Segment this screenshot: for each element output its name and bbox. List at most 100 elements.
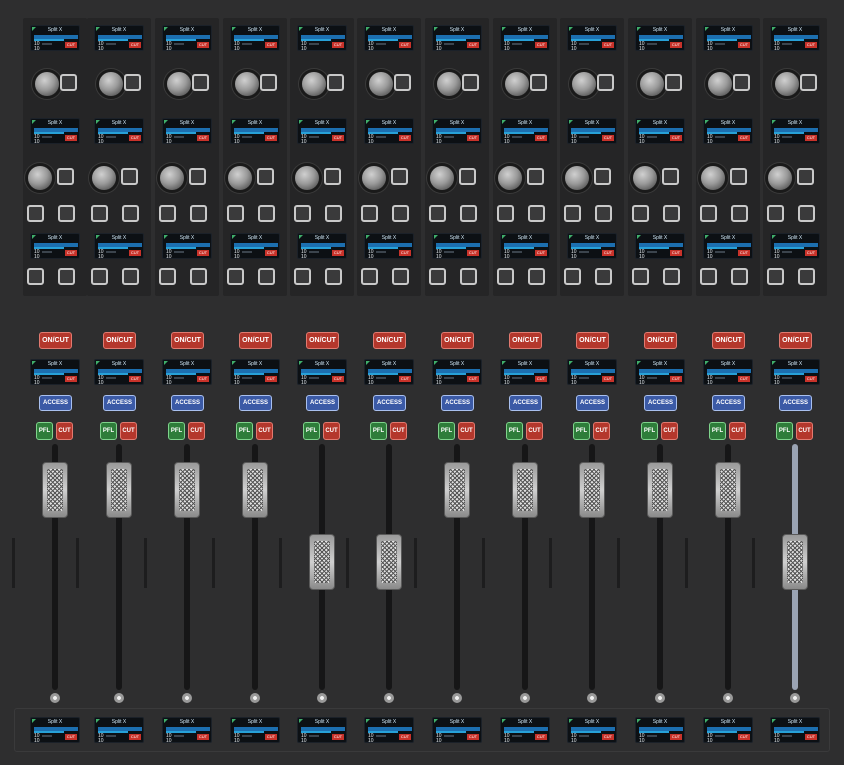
channel-3-cut-button[interactable]: CUT: [188, 422, 205, 440]
channel-11-cut-button[interactable]: CUT: [729, 422, 746, 440]
channel-8-knob-2[interactable]: [498, 166, 522, 190]
channel-8-square-button-2[interactable]: [527, 168, 544, 185]
channel-11-display-top[interactable]: Split X 10 10 CUT: [703, 25, 753, 51]
channel-2-knob-1[interactable]: [99, 72, 123, 96]
channel-4-display-bottom[interactable]: Split X 10 10 CUT: [230, 717, 280, 743]
channel-5-display-bottom[interactable]: Split X 10 10 CUT: [297, 717, 347, 743]
channel-8-square-button-5[interactable]: [497, 268, 514, 285]
channel-3-fader-cap[interactable]: [174, 462, 200, 518]
channel-7-knob-1[interactable]: [437, 72, 461, 96]
channel-12-display-top[interactable]: Split X 10 10 CUT: [770, 25, 820, 51]
channel-9-fader-cap[interactable]: [579, 462, 605, 518]
channel-12-fader-cap[interactable]: [782, 534, 808, 590]
channel-11-fader-cap[interactable]: [715, 462, 741, 518]
channel-2-square-button-5[interactable]: [91, 268, 108, 285]
channel-9-reset-dot[interactable]: [587, 693, 597, 703]
channel-12-pfl-button[interactable]: PFL: [776, 422, 793, 440]
channel-11-square-button-3[interactable]: [700, 205, 717, 222]
channel-7-display-bottom[interactable]: Split X 10 10 CUT: [432, 717, 482, 743]
channel-4-square-button-5[interactable]: [227, 268, 244, 285]
channel-2-on-cut-button[interactable]: ON/CUT: [103, 332, 136, 349]
channel-5-square-button-4[interactable]: [325, 205, 342, 222]
channel-9-square-button-6[interactable]: [595, 268, 612, 285]
channel-1-square-button-4[interactable]: [58, 205, 75, 222]
channel-6-display-3[interactable]: Split X 10 10 CUT: [364, 233, 414, 259]
channel-7-square-button-1[interactable]: [462, 74, 479, 91]
channel-11-display-bottom[interactable]: Split X 10 10 CUT: [703, 717, 753, 743]
channel-4-knob-1[interactable]: [235, 72, 259, 96]
channel-11-access-button[interactable]: ACCESS: [712, 395, 745, 411]
channel-2-fader-cap[interactable]: [106, 462, 132, 518]
channel-4-display-4[interactable]: Split X 10 10 CUT: [230, 359, 280, 385]
channel-1-square-button-2[interactable]: [57, 168, 74, 185]
channel-10-display-top[interactable]: Split X 10 10 CUT: [635, 25, 685, 51]
channel-8-reset-dot[interactable]: [520, 693, 530, 703]
channel-7-knob-2[interactable]: [430, 166, 454, 190]
channel-10-access-button[interactable]: ACCESS: [644, 395, 677, 411]
channel-4-access-button[interactable]: ACCESS: [239, 395, 272, 411]
channel-1-square-button-5[interactable]: [27, 268, 44, 285]
channel-10-knob-2[interactable]: [633, 166, 657, 190]
channel-2-square-button-6[interactable]: [122, 268, 139, 285]
channel-10-fader-cap[interactable]: [647, 462, 673, 518]
channel-6-on-cut-button[interactable]: ON/CUT: [373, 332, 406, 349]
channel-7-pfl-button[interactable]: PFL: [438, 422, 455, 440]
channel-3-display-4[interactable]: Split X 10 10 CUT: [162, 359, 212, 385]
channel-6-square-button-3[interactable]: [361, 205, 378, 222]
channel-12-reset-dot[interactable]: [790, 693, 800, 703]
channel-5-pfl-button[interactable]: PFL: [303, 422, 320, 440]
channel-4-cut-button[interactable]: CUT: [256, 422, 273, 440]
channel-10-cut-button[interactable]: CUT: [661, 422, 678, 440]
channel-1-pfl-button[interactable]: PFL: [36, 422, 53, 440]
channel-5-fader-cap[interactable]: [309, 534, 335, 590]
channel-11-pfl-button[interactable]: PFL: [709, 422, 726, 440]
channel-3-square-button-5[interactable]: [159, 268, 176, 285]
channel-6-reset-dot[interactable]: [384, 693, 394, 703]
channel-6-pfl-button[interactable]: PFL: [370, 422, 387, 440]
channel-5-square-button-5[interactable]: [294, 268, 311, 285]
channel-4-square-button-2[interactable]: [257, 168, 274, 185]
channel-7-square-button-5[interactable]: [429, 268, 446, 285]
channel-8-square-button-4[interactable]: [528, 205, 545, 222]
channel-6-knob-2[interactable]: [362, 166, 386, 190]
channel-2-cut-button[interactable]: CUT: [120, 422, 137, 440]
channel-10-display-3[interactable]: Split X 10 10 CUT: [635, 233, 685, 259]
channel-1-cut-button[interactable]: CUT: [56, 422, 73, 440]
channel-5-square-button-2[interactable]: [324, 168, 341, 185]
channel-1-square-button-1[interactable]: [60, 74, 77, 91]
channel-2-display-2[interactable]: Split X 10 10 CUT: [94, 118, 144, 144]
channel-4-reset-dot[interactable]: [250, 693, 260, 703]
channel-11-square-button-6[interactable]: [731, 268, 748, 285]
channel-1-display-4[interactable]: Split X 10 10 CUT: [30, 359, 80, 385]
channel-6-knob-1[interactable]: [369, 72, 393, 96]
channel-4-square-button-4[interactable]: [258, 205, 275, 222]
channel-9-square-button-5[interactable]: [564, 268, 581, 285]
channel-12-on-cut-button[interactable]: ON/CUT: [779, 332, 812, 349]
channel-8-fader-cap[interactable]: [512, 462, 538, 518]
channel-5-cut-button[interactable]: CUT: [323, 422, 340, 440]
channel-3-knob-2[interactable]: [160, 166, 184, 190]
channel-7-on-cut-button[interactable]: ON/CUT: [441, 332, 474, 349]
channel-8-access-button[interactable]: ACCESS: [509, 395, 542, 411]
channel-7-square-button-6[interactable]: [460, 268, 477, 285]
channel-6-square-button-5[interactable]: [361, 268, 378, 285]
channel-12-square-button-4[interactable]: [798, 205, 815, 222]
channel-12-square-button-6[interactable]: [798, 268, 815, 285]
channel-3-pfl-button[interactable]: PFL: [168, 422, 185, 440]
channel-10-square-button-1[interactable]: [665, 74, 682, 91]
channel-2-reset-dot[interactable]: [114, 693, 124, 703]
channel-10-square-button-4[interactable]: [663, 205, 680, 222]
channel-8-display-2[interactable]: Split X 10 10 CUT: [500, 118, 550, 144]
channel-2-display-4[interactable]: Split X 10 10 CUT: [94, 359, 144, 385]
channel-9-square-button-1[interactable]: [597, 74, 614, 91]
channel-9-cut-button[interactable]: CUT: [593, 422, 610, 440]
channel-7-access-button[interactable]: ACCESS: [441, 395, 474, 411]
channel-11-on-cut-button[interactable]: ON/CUT: [712, 332, 745, 349]
channel-3-square-button-6[interactable]: [190, 268, 207, 285]
channel-8-square-button-1[interactable]: [530, 74, 547, 91]
channel-12-access-button[interactable]: ACCESS: [779, 395, 812, 411]
channel-6-square-button-1[interactable]: [394, 74, 411, 91]
channel-4-display-2[interactable]: Split X 10 10 CUT: [230, 118, 280, 144]
channel-1-on-cut-button[interactable]: ON/CUT: [39, 332, 72, 349]
channel-12-square-button-5[interactable]: [767, 268, 784, 285]
